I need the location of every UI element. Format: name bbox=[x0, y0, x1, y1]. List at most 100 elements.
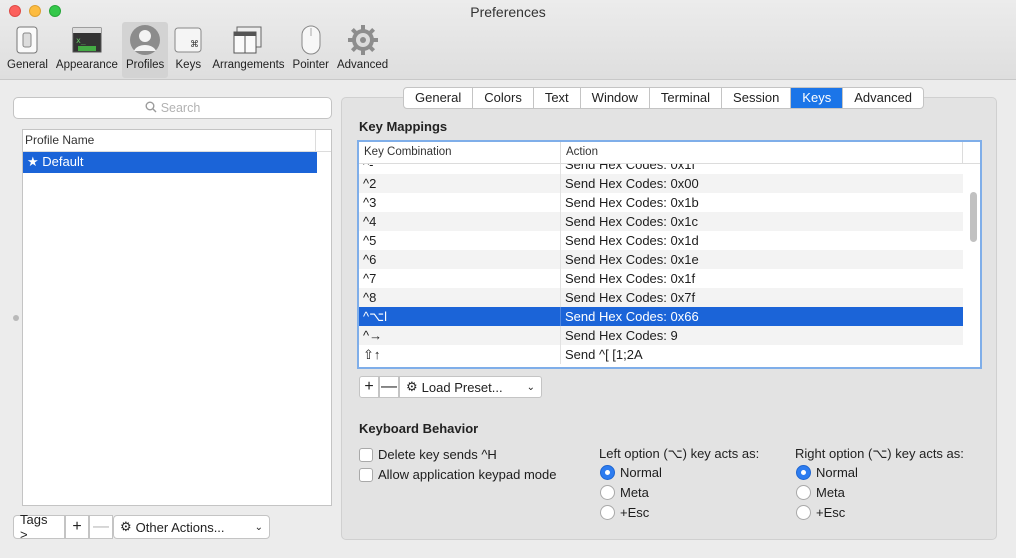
action-column-header[interactable]: Action bbox=[561, 142, 963, 163]
right-option-normal-label: Normal bbox=[816, 465, 858, 480]
terminal-window-icon: x_ bbox=[71, 24, 103, 56]
left-option-esc[interactable]: +Esc bbox=[600, 505, 649, 520]
other-actions-dropdown[interactable]: ⚙ Other Actions... ⌄ bbox=[113, 515, 270, 539]
profile-icon bbox=[129, 24, 161, 56]
delete-sends-h-checkbox[interactable] bbox=[359, 447, 373, 462]
tab-terminal[interactable]: Terminal bbox=[650, 88, 723, 108]
toolbar-pointer[interactable]: Pointer bbox=[289, 22, 333, 78]
profile-row-default[interactable]: ★ Default bbox=[23, 152, 317, 173]
right-option-label: Right option (⌥) key acts as: bbox=[795, 446, 964, 461]
tab-advanced[interactable]: Advanced bbox=[843, 88, 923, 108]
action-cell: Send Hex Codes: 0x00 bbox=[565, 176, 699, 191]
key-mapping-row[interactable]: ^→ Send Hex Codes: 9 bbox=[359, 326, 963, 345]
profile-search-input[interactable]: Search bbox=[13, 97, 332, 119]
right-option-esc[interactable]: +Esc bbox=[796, 505, 845, 520]
scrollbar-thumb[interactable] bbox=[970, 192, 977, 242]
right-option-normal[interactable]: Normal bbox=[796, 465, 858, 480]
right-option-normal-radio[interactable] bbox=[796, 465, 811, 480]
key-mappings-table[interactable]: Key Combination Action ^- Send Hex Codes:… bbox=[357, 140, 982, 369]
tab-session[interactable]: Session bbox=[722, 88, 792, 108]
other-actions-label: Other Actions... bbox=[135, 519, 225, 535]
delete-sends-h-label: Delete key sends ^H bbox=[378, 447, 497, 462]
key-combination-column-header[interactable]: Key Combination bbox=[359, 142, 561, 163]
action-cell: Send Hex Codes: 0x1e bbox=[565, 252, 699, 267]
left-option-meta-radio[interactable] bbox=[600, 485, 615, 500]
key-mappings-buttons: + — ⚙ Load Preset... ⌄ bbox=[359, 376, 542, 398]
tab-text[interactable]: Text bbox=[534, 88, 581, 108]
profile-row-label: ★ Default bbox=[27, 154, 84, 169]
key-mapping-row[interactable]: ⇧↑ Send ^[ [1;2A bbox=[359, 345, 963, 364]
key-mapping-row[interactable]: ^3 Send Hex Codes: 0x1b bbox=[359, 193, 963, 212]
action-cell: Send Hex Codes: 0x1b bbox=[565, 195, 699, 210]
key-combination-cell: ^5 bbox=[359, 231, 561, 250]
key-mapping-row[interactable]: ^8 Send Hex Codes: 0x7f bbox=[359, 288, 963, 307]
key-combination-cell: ^→ bbox=[359, 326, 561, 345]
key-mapping-row[interactable]: ^2 Send Hex Codes: 0x00 bbox=[359, 174, 963, 193]
tags-button[interactable]: Tags > bbox=[13, 512, 65, 542]
action-cell: Send Hex Codes: 0x7f bbox=[565, 290, 696, 305]
toolbar-keys[interactable]: ⌘ Keys bbox=[168, 22, 208, 78]
svg-text:⌘: ⌘ bbox=[190, 40, 199, 50]
key-mappings-rows: ^- Send Hex Codes: 0x1f ^2 Send Hex Codes: … bbox=[359, 164, 963, 364]
right-option-meta-radio[interactable] bbox=[796, 485, 811, 500]
toolbar-general[interactable]: General bbox=[3, 22, 52, 78]
toolbar-arrangements[interactable]: Arrangements bbox=[208, 22, 288, 78]
left-option-esc-label: +Esc bbox=[620, 505, 650, 520]
key-mapping-row[interactable]: ^7 Send Hex Codes: 0x1f bbox=[359, 269, 963, 288]
add-profile-button[interactable]: + bbox=[65, 515, 89, 539]
tab-keys[interactable]: Keys bbox=[791, 88, 844, 108]
profile-list-header[interactable]: Profile Name bbox=[23, 130, 331, 152]
load-preset-dropdown[interactable]: ⚙ Load Preset... ⌄ bbox=[399, 376, 542, 398]
arrangements-icon bbox=[232, 24, 264, 56]
gear-icon bbox=[347, 24, 379, 56]
tab-window[interactable]: Window bbox=[581, 88, 650, 108]
right-option-meta-label: Meta bbox=[816, 485, 845, 500]
key-mapping-row[interactable]: ^6 Send Hex Codes: 0x1e bbox=[359, 250, 963, 269]
chevron-down-icon: ⌄ bbox=[254, 521, 263, 533]
split-view-handle[interactable] bbox=[13, 315, 19, 321]
key-combination-cell: ^- bbox=[359, 164, 561, 174]
app-keypad-mode-label: Allow application keypad mode bbox=[378, 467, 557, 482]
left-option-normal-radio[interactable] bbox=[600, 465, 615, 480]
toolbar-profiles[interactable]: Profiles bbox=[121, 22, 169, 78]
right-option-meta[interactable]: Meta bbox=[796, 485, 845, 500]
app-keypad-mode-option[interactable]: Allow application keypad mode bbox=[359, 467, 557, 482]
tab-general[interactable]: General bbox=[404, 88, 474, 108]
key-combination-cell: ^8 bbox=[359, 288, 561, 307]
profile-tabs: General Colors Text Window Terminal Sess… bbox=[403, 87, 925, 109]
remove-profile-button[interactable]: — bbox=[89, 515, 113, 539]
mouse-icon bbox=[295, 24, 327, 56]
tab-colors[interactable]: Colors bbox=[473, 88, 534, 108]
key-mapping-row[interactable]: ^4 Send Hex Codes: 0x1c bbox=[359, 212, 963, 231]
profile-list[interactable]: Profile Name ★ Default bbox=[22, 129, 332, 506]
key-icon: ⌘ bbox=[172, 24, 204, 56]
key-combination-cell: ⇧↑ bbox=[359, 345, 561, 364]
gear-icon: ⚙ bbox=[120, 519, 132, 534]
delete-sends-h-option[interactable]: Delete key sends ^H bbox=[359, 447, 497, 462]
key-mapping-row[interactable]: ^⌥l Send Hex Codes: 0x66 bbox=[359, 307, 963, 326]
key-combination-cell: ^3 bbox=[359, 193, 561, 212]
key-mappings-header: Key Combination Action bbox=[359, 142, 980, 164]
left-option-label: Left option (⌥) key acts as: bbox=[599, 446, 760, 461]
left-option-normal[interactable]: Normal bbox=[600, 465, 662, 480]
toolbar-advanced[interactable]: Advanced bbox=[333, 22, 392, 78]
action-cell: Send Hex Codes: 0x66 bbox=[565, 309, 699, 324]
toolbar-appearance[interactable]: x_ Appearance bbox=[52, 22, 122, 78]
action-cell: Send Hex Codes: 0x1f bbox=[565, 271, 696, 286]
key-mapping-row[interactable]: ^5 Send Hex Codes: 0x1d bbox=[359, 231, 963, 250]
action-cell: Send Hex Codes: 0x1d bbox=[565, 233, 699, 248]
left-option-meta[interactable]: Meta bbox=[600, 485, 649, 500]
key-combination-cell: ^6 bbox=[359, 250, 561, 269]
profile-actions-bar: Tags > + — ⚙ Other Actions... ⌄ bbox=[13, 512, 270, 542]
add-mapping-button[interactable]: + bbox=[359, 376, 379, 398]
key-combination-cell: ^7 bbox=[359, 269, 561, 288]
title-bar: Preferences General x_ Appearance Profil… bbox=[0, 0, 1016, 80]
right-option-esc-radio[interactable] bbox=[796, 505, 811, 520]
left-option-esc-radio[interactable] bbox=[600, 505, 615, 520]
left-option-meta-label: Meta bbox=[620, 485, 649, 500]
load-preset-label: Load Preset... bbox=[421, 379, 503, 395]
preferences-window: Preferences General x_ Appearance Profil… bbox=[0, 0, 1016, 558]
app-keypad-mode-checkbox[interactable] bbox=[359, 467, 373, 482]
remove-mapping-button[interactable]: — bbox=[379, 376, 399, 398]
key-mapping-row[interactable]: ^- Send Hex Codes: 0x1f bbox=[359, 164, 963, 174]
